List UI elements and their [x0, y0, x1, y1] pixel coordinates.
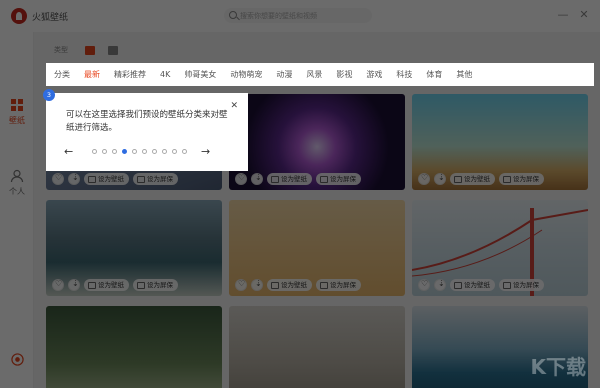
category-tab[interactable]: 最新	[84, 69, 100, 80]
prev-arrow-icon[interactable]: ←	[64, 145, 73, 158]
guide-progress-dots	[92, 149, 187, 154]
heart-icon[interactable]	[235, 279, 247, 291]
nav-label-wallpaper: 壁纸	[9, 116, 25, 125]
close-icon[interactable]: ✕	[230, 101, 238, 111]
wallpaper-thumb[interactable]: 设为壁纸 设为屏保	[412, 200, 588, 296]
thumb-actions: 设为壁纸 设为屏保	[235, 173, 361, 185]
set-screensaver-button[interactable]: 设为屏保	[499, 279, 544, 291]
left-nav: 壁纸 个人	[0, 32, 34, 388]
wallpaper-thumb[interactable]	[229, 306, 405, 388]
guide-step-badge: 3	[43, 89, 55, 101]
set-screensaver-button[interactable]: 设为屏保	[133, 173, 178, 185]
heart-icon[interactable]	[52, 173, 64, 185]
title-bar: 火狐壁纸 搜索你想要的壁纸和视频 — ✕	[0, 0, 600, 32]
minimize-button[interactable]: —	[557, 9, 569, 21]
thumb-actions: 设为壁纸 设为屏保	[52, 279, 178, 291]
category-tab[interactable]: 帅哥美女	[184, 69, 216, 80]
heart-icon[interactable]	[418, 173, 430, 185]
download-icon[interactable]	[251, 279, 263, 291]
thumb-actions: 设为壁纸 设为屏保	[52, 173, 178, 185]
set-screensaver-button[interactable]: 设为屏保	[499, 173, 544, 185]
set-wallpaper-button[interactable]: 设为壁纸	[267, 279, 312, 291]
set-screensaver-button[interactable]: 设为屏保	[316, 279, 361, 291]
category-tab[interactable]: 动物萌宠	[230, 69, 262, 80]
category-tab[interactable]: 动漫	[276, 69, 292, 80]
user-icon	[10, 169, 24, 183]
set-wallpaper-button[interactable]: 设为壁纸	[84, 279, 129, 291]
download-icon[interactable]	[251, 173, 263, 185]
video-icon[interactable]	[108, 46, 118, 55]
progress-dot[interactable]	[172, 149, 177, 154]
category-tab[interactable]: 影视	[336, 69, 352, 80]
wallpaper-thumb[interactable]: 设为壁纸 设为屏保	[229, 200, 405, 296]
category-tab[interactable]: 4K	[160, 70, 170, 79]
progress-dot[interactable]	[112, 149, 117, 154]
image-icon[interactable]	[85, 46, 95, 55]
next-arrow-icon[interactable]: →	[201, 145, 210, 158]
wallpaper-thumb[interactable]	[46, 306, 222, 388]
guide-text: 可以在这里选择我们预设的壁纸分类来对壁纸进行筛选。	[66, 110, 228, 133]
app-logo	[11, 8, 27, 24]
download-icon[interactable]	[434, 173, 446, 185]
download-icon[interactable]	[434, 279, 446, 291]
category-bar: 分类 最新 精彩推荐 4K 帅哥美女 动物萌宠 动漫 风景 影视 游戏 科技 体育 其他	[46, 63, 594, 86]
watermark: K下载	[530, 355, 587, 379]
thumb-actions: 设为壁纸 设为屏保	[418, 173, 544, 185]
category-tab[interactable]: 风景	[306, 69, 322, 80]
download-icon[interactable]	[68, 173, 80, 185]
view-type-label: 类型	[54, 46, 68, 54]
thumb-actions: 设为壁纸 设为屏保	[418, 279, 544, 291]
set-screensaver-button[interactable]: 设为屏保	[316, 173, 361, 185]
wallpaper-thumb[interactable]: 设为壁纸 设为屏保	[46, 200, 222, 296]
set-screensaver-button[interactable]: 设为屏保	[133, 279, 178, 291]
progress-dot[interactable]	[162, 149, 167, 154]
progress-dot[interactable]	[102, 149, 107, 154]
category-tab[interactable]: 其他	[456, 69, 472, 80]
progress-dot[interactable]	[122, 149, 127, 154]
heart-icon[interactable]	[235, 173, 247, 185]
category-tab[interactable]: 分类	[54, 69, 70, 80]
category-tab[interactable]: 精彩推荐	[114, 69, 146, 80]
wallpaper-thumb[interactable]: 设为壁纸 设为屏保	[229, 94, 405, 190]
progress-dot[interactable]	[142, 149, 147, 154]
set-wallpaper-button[interactable]: 设为壁纸	[84, 173, 129, 185]
category-tab[interactable]: 科技	[396, 69, 412, 80]
progress-dot[interactable]	[182, 149, 187, 154]
search-placeholder: 搜索你想要的壁纸和视频	[240, 12, 317, 20]
category-tab[interactable]: 游戏	[366, 69, 382, 80]
heart-icon[interactable]	[418, 279, 430, 291]
set-wallpaper-button[interactable]: 设为壁纸	[450, 173, 495, 185]
nav-label-personal: 个人	[9, 187, 25, 196]
set-wallpaper-button[interactable]: 设为壁纸	[267, 173, 312, 185]
nav-item-wallpaper[interactable]: 壁纸	[0, 98, 34, 126]
nav-item-personal[interactable]: 个人	[0, 169, 34, 197]
guide-popup: 可以在这里选择我们预设的壁纸分类来对壁纸进行筛选。 ✕ ← →	[46, 93, 248, 171]
grid-icon	[11, 99, 23, 111]
progress-dot[interactable]	[92, 149, 97, 154]
thumb-actions: 设为壁纸 设为屏保	[235, 279, 361, 291]
category-tab[interactable]: 体育	[426, 69, 442, 80]
progress-dot[interactable]	[152, 149, 157, 154]
download-icon[interactable]	[68, 279, 80, 291]
search-icon	[229, 11, 237, 19]
set-wallpaper-button[interactable]: 设为壁纸	[450, 279, 495, 291]
wallpaper-thumb[interactable]: 设为壁纸 设为屏保	[412, 94, 588, 190]
app-title: 火狐壁纸	[32, 13, 69, 23]
search-input[interactable]: 搜索你想要的壁纸和视频	[224, 8, 372, 23]
heart-icon[interactable]	[52, 279, 64, 291]
target-icon[interactable]	[11, 353, 24, 366]
progress-dot[interactable]	[132, 149, 137, 154]
close-button[interactable]: ✕	[578, 9, 590, 21]
